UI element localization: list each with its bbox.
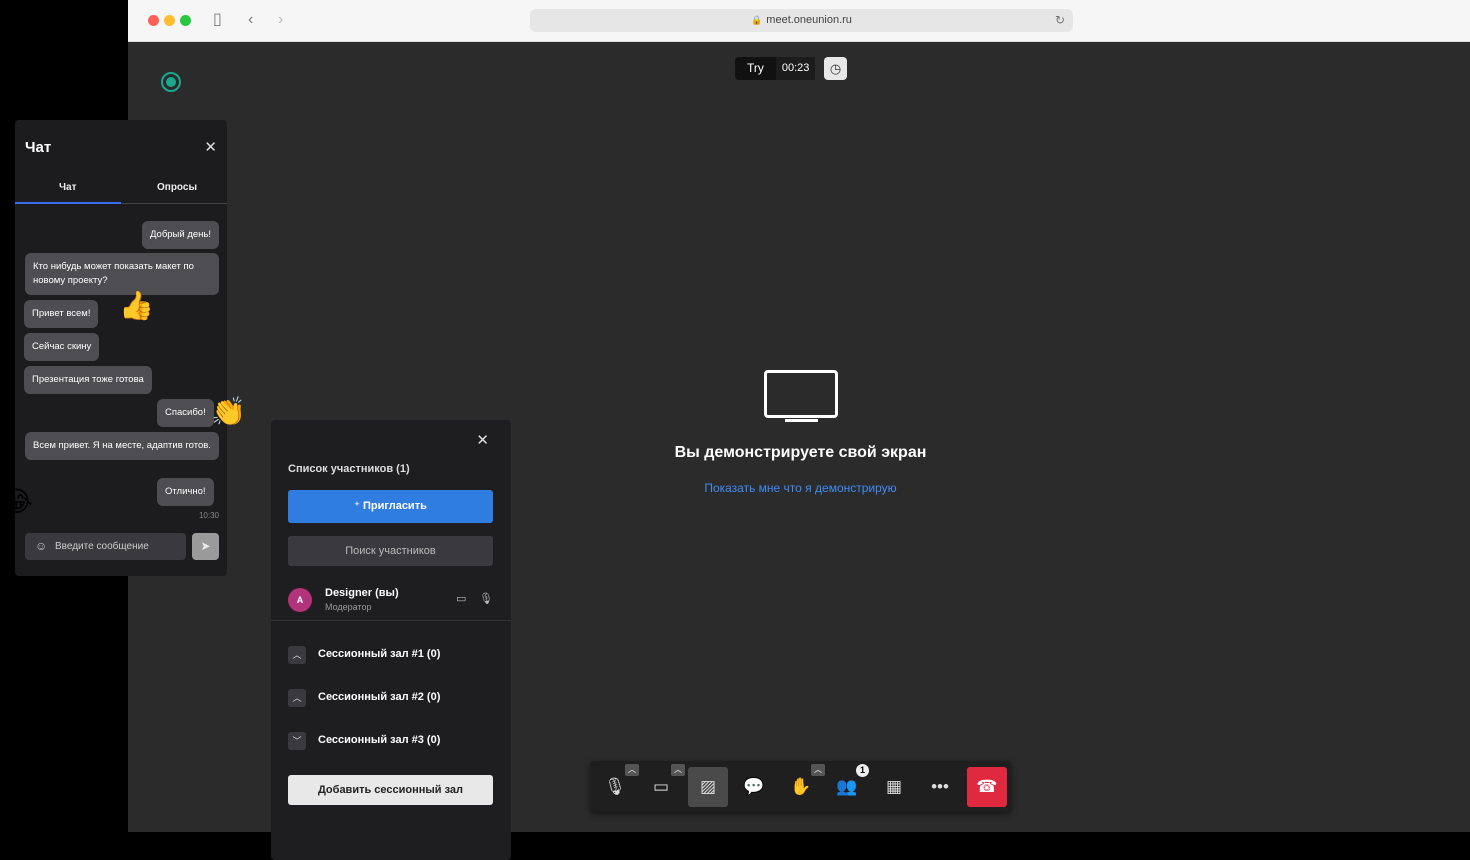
browser-titlebar: ▯ ‹ › 🔒 meet.oneunion.ru ↻	[128, 0, 1470, 42]
close-window-button[interactable]	[148, 15, 159, 26]
sidebar-toggle-icon[interactable]: ▯	[213, 11, 222, 29]
add-breakout-room-button[interactable]: Добавить сессионный зал	[288, 775, 493, 805]
divider	[271, 620, 511, 621]
invite-label: Пригласить	[363, 500, 427, 512]
send-icon[interactable]: ➤	[192, 533, 219, 560]
message-input[interactable]: ☺ Введите сообщение	[25, 533, 186, 560]
address-bar[interactable]: 🔒 meet.oneunion.ru ↻	[530, 9, 1073, 32]
show-my-share-link[interactable]: Показать мне что я демонстрирую	[598, 481, 1003, 495]
participants-icon[interactable]: 👥 1	[827, 764, 869, 807]
camera-off-icon: ▭	[456, 593, 467, 605]
lock-icon: 🔒	[751, 15, 763, 25]
room-label: Сессионный зал #1 (0)	[318, 648, 441, 660]
reload-icon[interactable]: ↻	[1055, 9, 1065, 32]
mic-off-icon[interactable]: 🎙 ︿	[595, 764, 639, 807]
message-timestamp: 10:30	[198, 511, 219, 520]
participant-name: Designer (вы)	[325, 587, 399, 599]
chat-message: Всем привет. Я на месте, адаптив готов.	[25, 432, 219, 460]
avatar: A	[288, 588, 312, 612]
thumbs-up-icon: 👍	[119, 290, 154, 321]
app-logo	[161, 72, 181, 92]
tab-polls[interactable]: Опросы	[157, 182, 197, 193]
screen-share-icon	[764, 370, 838, 418]
timer-box: Try 00:23	[735, 57, 816, 80]
chat-message: Привет всем!	[24, 300, 99, 328]
chat-message: Презентация тоже готова	[24, 366, 152, 394]
room-label: Сессионный зал #2 (0)	[318, 691, 441, 703]
close-icon[interactable]: ✕	[204, 138, 217, 156]
chevron-up-icon[interactable]: ︿	[288, 689, 306, 707]
share-status-title: Вы демонстрируете свой экран	[674, 444, 927, 461]
message-input-placeholder: Введите сообщение	[55, 541, 149, 552]
camera-options-caret-icon[interactable]: ︿	[671, 764, 685, 776]
add-user-icon: ⁺	[354, 500, 360, 512]
speedometer-icon[interactable]: ◷	[824, 57, 847, 80]
hand-options-caret-icon[interactable]: ︿	[811, 764, 825, 776]
mic-off-icon: 🎙	[479, 593, 493, 605]
close-icon[interactable]: ✕	[476, 431, 489, 449]
search-participants-button[interactable]: Поиск участников	[288, 536, 493, 566]
screen-share-button[interactable]: ▨	[688, 767, 728, 807]
url-text: meet.oneunion.ru	[766, 14, 852, 26]
camera-off-icon[interactable]: ▭ ︿	[641, 764, 685, 807]
maximize-window-button[interactable]	[180, 15, 191, 26]
chat-message: Спасибо!	[157, 399, 214, 427]
mic-options-caret-icon[interactable]: ︿	[625, 764, 639, 776]
tab-chat[interactable]: Чат	[59, 182, 77, 193]
clapping-hands-icon: 👏	[211, 396, 246, 427]
chat-message: Отлично!	[157, 478, 214, 506]
participant-role: Модератор	[325, 602, 372, 612]
timer-value: 00:23	[775, 57, 816, 80]
chat-icon[interactable]: 💬	[734, 767, 774, 807]
grid-view-icon[interactable]: ▦	[874, 767, 914, 807]
chat-panel-title: Чат	[25, 139, 52, 156]
hangup-button[interactable]: ☎	[967, 767, 1007, 807]
chevron-up-icon[interactable]: ︿	[288, 646, 306, 664]
chat-message: Добрый день!	[142, 221, 219, 249]
chevron-down-icon[interactable]: ﹀	[288, 732, 306, 750]
invite-button[interactable]: ⁺ Пригласить	[288, 490, 493, 523]
meeting-toolbar: 🎙 ︿ ▭ ︿ ▨ 💬 ✋ ︿ 👥 1 ▦ ••• ☎	[590, 761, 1011, 812]
participants-panel: ✕ Список участников (1) ⁺ Пригласить Пои…	[271, 420, 511, 860]
more-icon[interactable]: •••	[920, 767, 960, 807]
laughing-emoji-icon: 😂	[0, 486, 33, 517]
timer-label: Try	[747, 61, 764, 75]
screen-share-icon-stand	[785, 419, 818, 422]
chat-message: Кто нибудь может показать макет по новом…	[25, 253, 219, 295]
forward-icon[interactable]: ›	[278, 11, 283, 29]
minimize-window-button[interactable]	[164, 15, 175, 26]
chat-panel: Чат ✕ Чат Опросы Добрый день! Кто нибудь…	[15, 120, 246, 576]
active-tab-indicator	[15, 202, 121, 204]
emoji-icon[interactable]: ☺	[35, 533, 47, 560]
raise-hand-icon[interactable]: ✋ ︿	[781, 764, 825, 807]
back-icon[interactable]: ‹	[248, 11, 253, 29]
room-label: Сессионный зал #3 (0)	[318, 734, 441, 746]
participants-title: Список участников (1)	[288, 463, 410, 475]
chat-message: Сейчас скину	[24, 333, 100, 361]
participants-count-badge: 1	[856, 764, 869, 777]
